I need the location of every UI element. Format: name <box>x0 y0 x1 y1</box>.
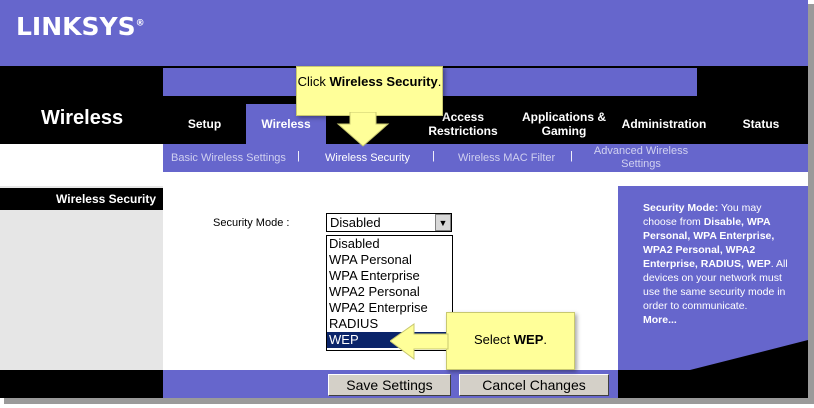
chevron-down-icon[interactable]: ▼ <box>435 214 451 231</box>
security-mode-value: Disabled <box>330 215 381 230</box>
subnav-wireless-security[interactable]: Wireless Security <box>325 144 410 172</box>
tab-status[interactable]: Status <box>724 104 798 144</box>
option-wpa-enterprise[interactable]: WPA Enterprise <box>327 268 452 284</box>
click-wireless-security-callout: Click Wireless Security. <box>296 66 443 116</box>
tab-setup[interactable]: Setup <box>163 104 246 144</box>
more-link[interactable]: More... <box>643 314 677 326</box>
select-wep-callout: Select WEP. <box>446 312 575 370</box>
callout-arrow-icon <box>390 323 449 360</box>
section-title: Wireless <box>41 107 124 129</box>
option-disabled[interactable]: Disabled <box>327 236 452 252</box>
shadow-right <box>808 4 814 404</box>
save-settings-button[interactable]: Save Settings <box>328 374 451 396</box>
left-section-label: Wireless Security <box>0 188 163 210</box>
help-text: Security Mode: You may choose from Disab… <box>643 202 788 326</box>
subnav-separator: | <box>570 150 573 162</box>
subnav-basic-wireless-settings[interactable]: Basic Wireless Settings <box>171 144 286 172</box>
option-wpa-personal[interactable]: WPA Personal <box>327 252 452 268</box>
subnav-separator: | <box>297 150 300 162</box>
left-column <box>0 186 163 370</box>
subnav-separator: | <box>432 150 435 162</box>
tab-applications-gaming[interactable]: Applications & Gaming <box>520 104 608 144</box>
subnav-wireless-mac-filter[interactable]: Wireless MAC Filter <box>458 144 555 172</box>
security-mode-label: Security Mode : <box>213 217 290 229</box>
cancel-changes-button[interactable]: Cancel Changes <box>459 374 609 396</box>
help-panel-corner <box>690 340 808 370</box>
option-wpa2-enterprise[interactable]: WPA2 Enterprise <box>327 300 452 316</box>
linksys-logo: LINKSYS® <box>16 12 145 41</box>
tab-administration[interactable]: Administration <box>612 104 716 144</box>
subnav-advanced-wireless-settings[interactable]: Advanced Wireless Settings <box>588 144 694 172</box>
shadow-bottom <box>4 398 814 404</box>
callout-arrow-icon <box>336 112 390 147</box>
option-wpa2-personal[interactable]: WPA2 Personal <box>327 284 452 300</box>
